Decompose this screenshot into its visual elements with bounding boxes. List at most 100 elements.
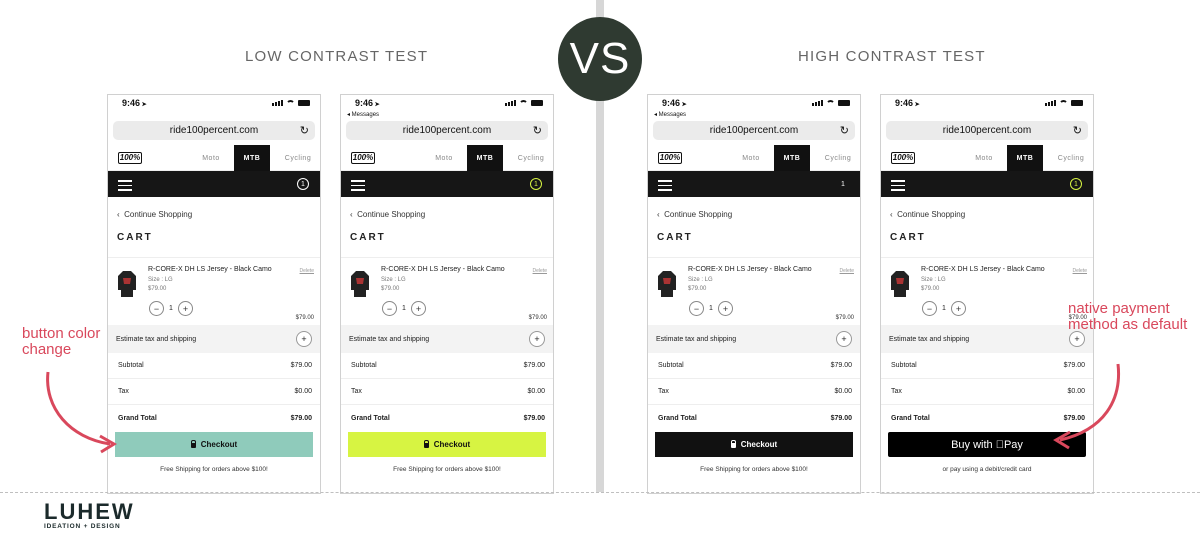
site-nav: 100% Moto MTB Cycling	[341, 145, 553, 171]
plus-icon[interactable]: +	[718, 301, 733, 316]
estimate-row[interactable]: Estimate tax and shipping +	[648, 325, 860, 353]
reload-icon[interactable]: ↻	[300, 124, 309, 137]
status-time: 9:46	[895, 98, 914, 108]
brand-logo[interactable]: 100%	[118, 151, 142, 164]
free-shipping-note: Free Shipping for orders above $100!	[700, 466, 808, 473]
continue-shopping-link[interactable]: ‹ Continue Shopping	[657, 210, 860, 219]
hamburger-icon[interactable]	[351, 180, 365, 194]
back-to-app[interactable]	[108, 111, 320, 119]
hamburger-icon[interactable]	[891, 180, 905, 194]
tab-mtb[interactable]: MTB	[1007, 145, 1043, 171]
item-price: $79.00	[688, 286, 707, 292]
hamburger-icon[interactable]	[118, 180, 132, 194]
phone-mockup-2: 9:46 ➤ ◂ Messages ride100percent.com ↻ 10…	[340, 94, 554, 494]
address-bar[interactable]: ride100percent.com ↻	[346, 121, 548, 140]
estimate-row[interactable]: Estimate tax and shipping +	[108, 325, 320, 353]
tax-row: Tax $0.00	[108, 379, 320, 405]
tab-mtb[interactable]: MTB	[467, 145, 503, 171]
expand-icon[interactable]: +	[296, 331, 312, 347]
tab-cycling[interactable]: Cycling	[511, 145, 551, 171]
minus-icon[interactable]: −	[382, 301, 397, 316]
tab-mtb[interactable]: MTB	[774, 145, 810, 171]
checkout-button[interactable]: Checkout	[115, 432, 313, 457]
phone-mockup-1: 9:46 ➤ ride100percent.com ↻ 100% Moto MTB…	[107, 94, 321, 494]
back-to-messages[interactable]: ◂ Messages	[648, 111, 860, 119]
tab-mtb[interactable]: MTB	[234, 145, 270, 171]
lock-icon	[190, 440, 196, 448]
luhew-logo: LUHEW IDEATION + DESIGN	[44, 499, 135, 531]
cart-count-badge[interactable]: 1	[297, 178, 309, 190]
status-bar: 9:46 ➤	[648, 95, 860, 111]
delete-link[interactable]: Delete	[840, 268, 854, 274]
cart-count-badge[interactable]: 1	[1070, 178, 1082, 190]
item-name[interactable]: R-CORE-X DH LS Jersey - Black Camo	[148, 266, 272, 273]
minus-icon[interactable]: −	[149, 301, 164, 316]
checkout-button[interactable]: Checkout	[348, 432, 546, 457]
alt-payment-note[interactable]: or pay using a debit/credit card	[881, 466, 1093, 473]
expand-icon[interactable]: +	[836, 331, 852, 347]
tab-moto[interactable]: Moto	[427, 145, 461, 171]
item-price: $79.00	[148, 286, 167, 292]
jersey-thumbnail	[351, 271, 369, 297]
expand-icon[interactable]: +	[1069, 331, 1085, 347]
item-name[interactable]: R-CORE-X DH LS Jersey - Black Camo	[381, 266, 505, 273]
plus-icon[interactable]: +	[411, 301, 426, 316]
tab-moto[interactable]: Moto	[194, 145, 228, 171]
quantity-value: 1	[402, 305, 406, 312]
cart-item: R-CORE-X DH LS Jersey - Black Camo Size …	[881, 257, 1093, 323]
plus-icon[interactable]: +	[178, 301, 193, 316]
continue-shopping-link[interactable]: ‹ Continue Shopping	[117, 210, 320, 219]
continue-shopping-link[interactable]: ‹ Continue Shopping	[350, 210, 553, 219]
address-bar[interactable]: ride100percent.com ↻	[886, 121, 1088, 140]
minus-icon[interactable]: −	[922, 301, 937, 316]
jersey-thumbnail	[891, 271, 909, 297]
wifi-icon	[1059, 100, 1068, 106]
brand-logo[interactable]: 100%	[351, 151, 375, 164]
tab-cycling[interactable]: Cycling	[278, 145, 318, 171]
reload-icon[interactable]: ↻	[1073, 124, 1082, 137]
brand-logo[interactable]: 100%	[658, 151, 682, 164]
estimate-label: Estimate tax and shipping	[889, 335, 970, 343]
cart-count-badge[interactable]: 1	[837, 178, 849, 190]
continue-shopping-link[interactable]: ‹ Continue Shopping	[890, 210, 1093, 219]
tab-moto[interactable]: Moto	[967, 145, 1001, 171]
address-bar[interactable]: ride100percent.com ↻	[113, 121, 315, 140]
footer-divider	[0, 492, 1200, 493]
brand-logo[interactable]: 100%	[891, 151, 915, 164]
item-name[interactable]: R-CORE-X DH LS Jersey - Black Camo	[921, 266, 1045, 273]
annotation-arrow-right	[1053, 363, 1121, 450]
estimate-row[interactable]: Estimate tax and shipping +	[341, 325, 553, 353]
back-to-messages[interactable]: ◂ Messages	[341, 111, 553, 119]
delete-link[interactable]: Delete	[1073, 268, 1087, 274]
expand-icon[interactable]: +	[529, 331, 545, 347]
tab-cycling[interactable]: Cycling	[818, 145, 858, 171]
hamburger-icon[interactable]	[658, 180, 672, 194]
battery-icon	[838, 100, 850, 106]
cart-title: CART	[657, 232, 693, 243]
checkout-button[interactable]: Checkout	[655, 432, 853, 457]
grand-total-row: Grand Total $79.00	[118, 414, 312, 422]
status-time: 9:46	[355, 98, 374, 108]
tab-cycling[interactable]: Cycling	[1051, 145, 1091, 171]
plus-icon[interactable]: +	[951, 301, 966, 316]
item-size: Size : LG	[921, 277, 946, 283]
address-bar[interactable]: ride100percent.com ↻	[653, 121, 855, 140]
annotation-arrow-left	[46, 371, 117, 454]
delete-link[interactable]: Delete	[300, 268, 314, 274]
quantity-value: 1	[942, 305, 946, 312]
item-name[interactable]: R-CORE-X DH LS Jersey - Black Camo	[688, 266, 812, 273]
cart-item: R-CORE-X DH LS Jersey - Black Camo Size …	[341, 257, 553, 323]
reload-icon[interactable]: ↻	[533, 124, 542, 137]
item-size: Size : LG	[688, 277, 713, 283]
cart-count-badge[interactable]: 1	[530, 178, 542, 190]
back-to-app[interactable]	[881, 111, 1093, 119]
subtotal-row: Subtotal $79.00	[648, 353, 860, 379]
line-total: $79.00	[295, 315, 314, 321]
estimate-row[interactable]: Estimate tax and shipping +	[881, 325, 1093, 353]
reload-icon[interactable]: ↻	[840, 124, 849, 137]
tab-moto[interactable]: Moto	[734, 145, 768, 171]
minus-icon[interactable]: −	[689, 301, 704, 316]
status-time: 9:46	[122, 98, 141, 108]
delete-link[interactable]: Delete	[533, 268, 547, 274]
site-nav: 100% Moto MTB Cycling	[108, 145, 320, 171]
